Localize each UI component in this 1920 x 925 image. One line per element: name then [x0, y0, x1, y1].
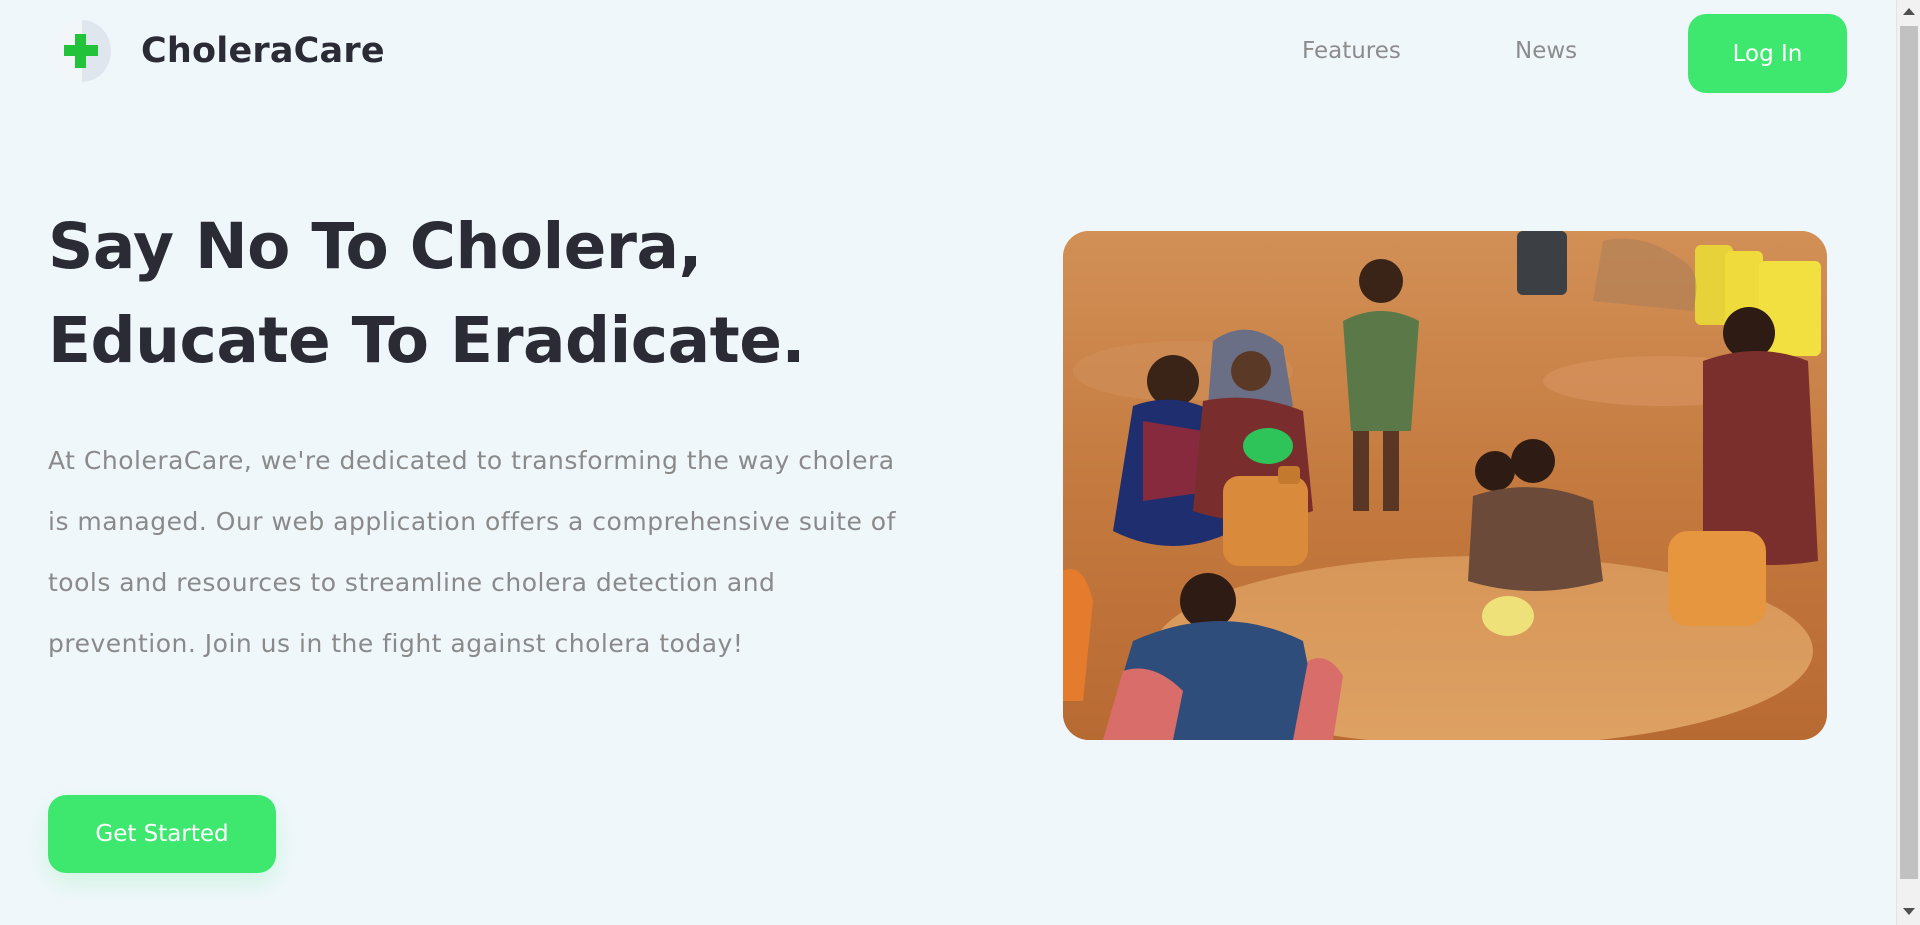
- hero-headline: Say No To Cholera, Educate To Eradicate.: [48, 200, 805, 388]
- landing-page: CholeraCare Features News Log In Say No …: [0, 0, 1920, 925]
- scrollbar-thumb[interactable]: [1900, 26, 1918, 879]
- headline-line-1: Say No To Cholera,: [48, 210, 702, 283]
- children-collecting-water-photo: [1063, 231, 1827, 740]
- arrow-up-icon[interactable]: [1903, 8, 1915, 15]
- headline-line-2: Educate To Eradicate.: [48, 304, 805, 377]
- nav-link-features[interactable]: Features: [1302, 38, 1401, 64]
- brand[interactable]: CholeraCare: [53, 20, 385, 82]
- logo: [53, 20, 111, 82]
- login-button[interactable]: Log In: [1688, 14, 1847, 93]
- hero-description: At CholeraCare, we're dedicated to trans…: [48, 446, 896, 658]
- nav-link-news[interactable]: News: [1515, 38, 1577, 64]
- brand-name: CholeraCare: [141, 31, 385, 71]
- green-cross-icon: [64, 34, 98, 68]
- arrow-down-icon[interactable]: [1903, 908, 1915, 915]
- hero-photo: [1063, 231, 1827, 740]
- vertical-scrollbar[interactable]: [1896, 0, 1920, 925]
- top-navbar: CholeraCare Features News Log In: [0, 0, 1896, 108]
- get-started-button[interactable]: Get Started: [48, 795, 276, 873]
